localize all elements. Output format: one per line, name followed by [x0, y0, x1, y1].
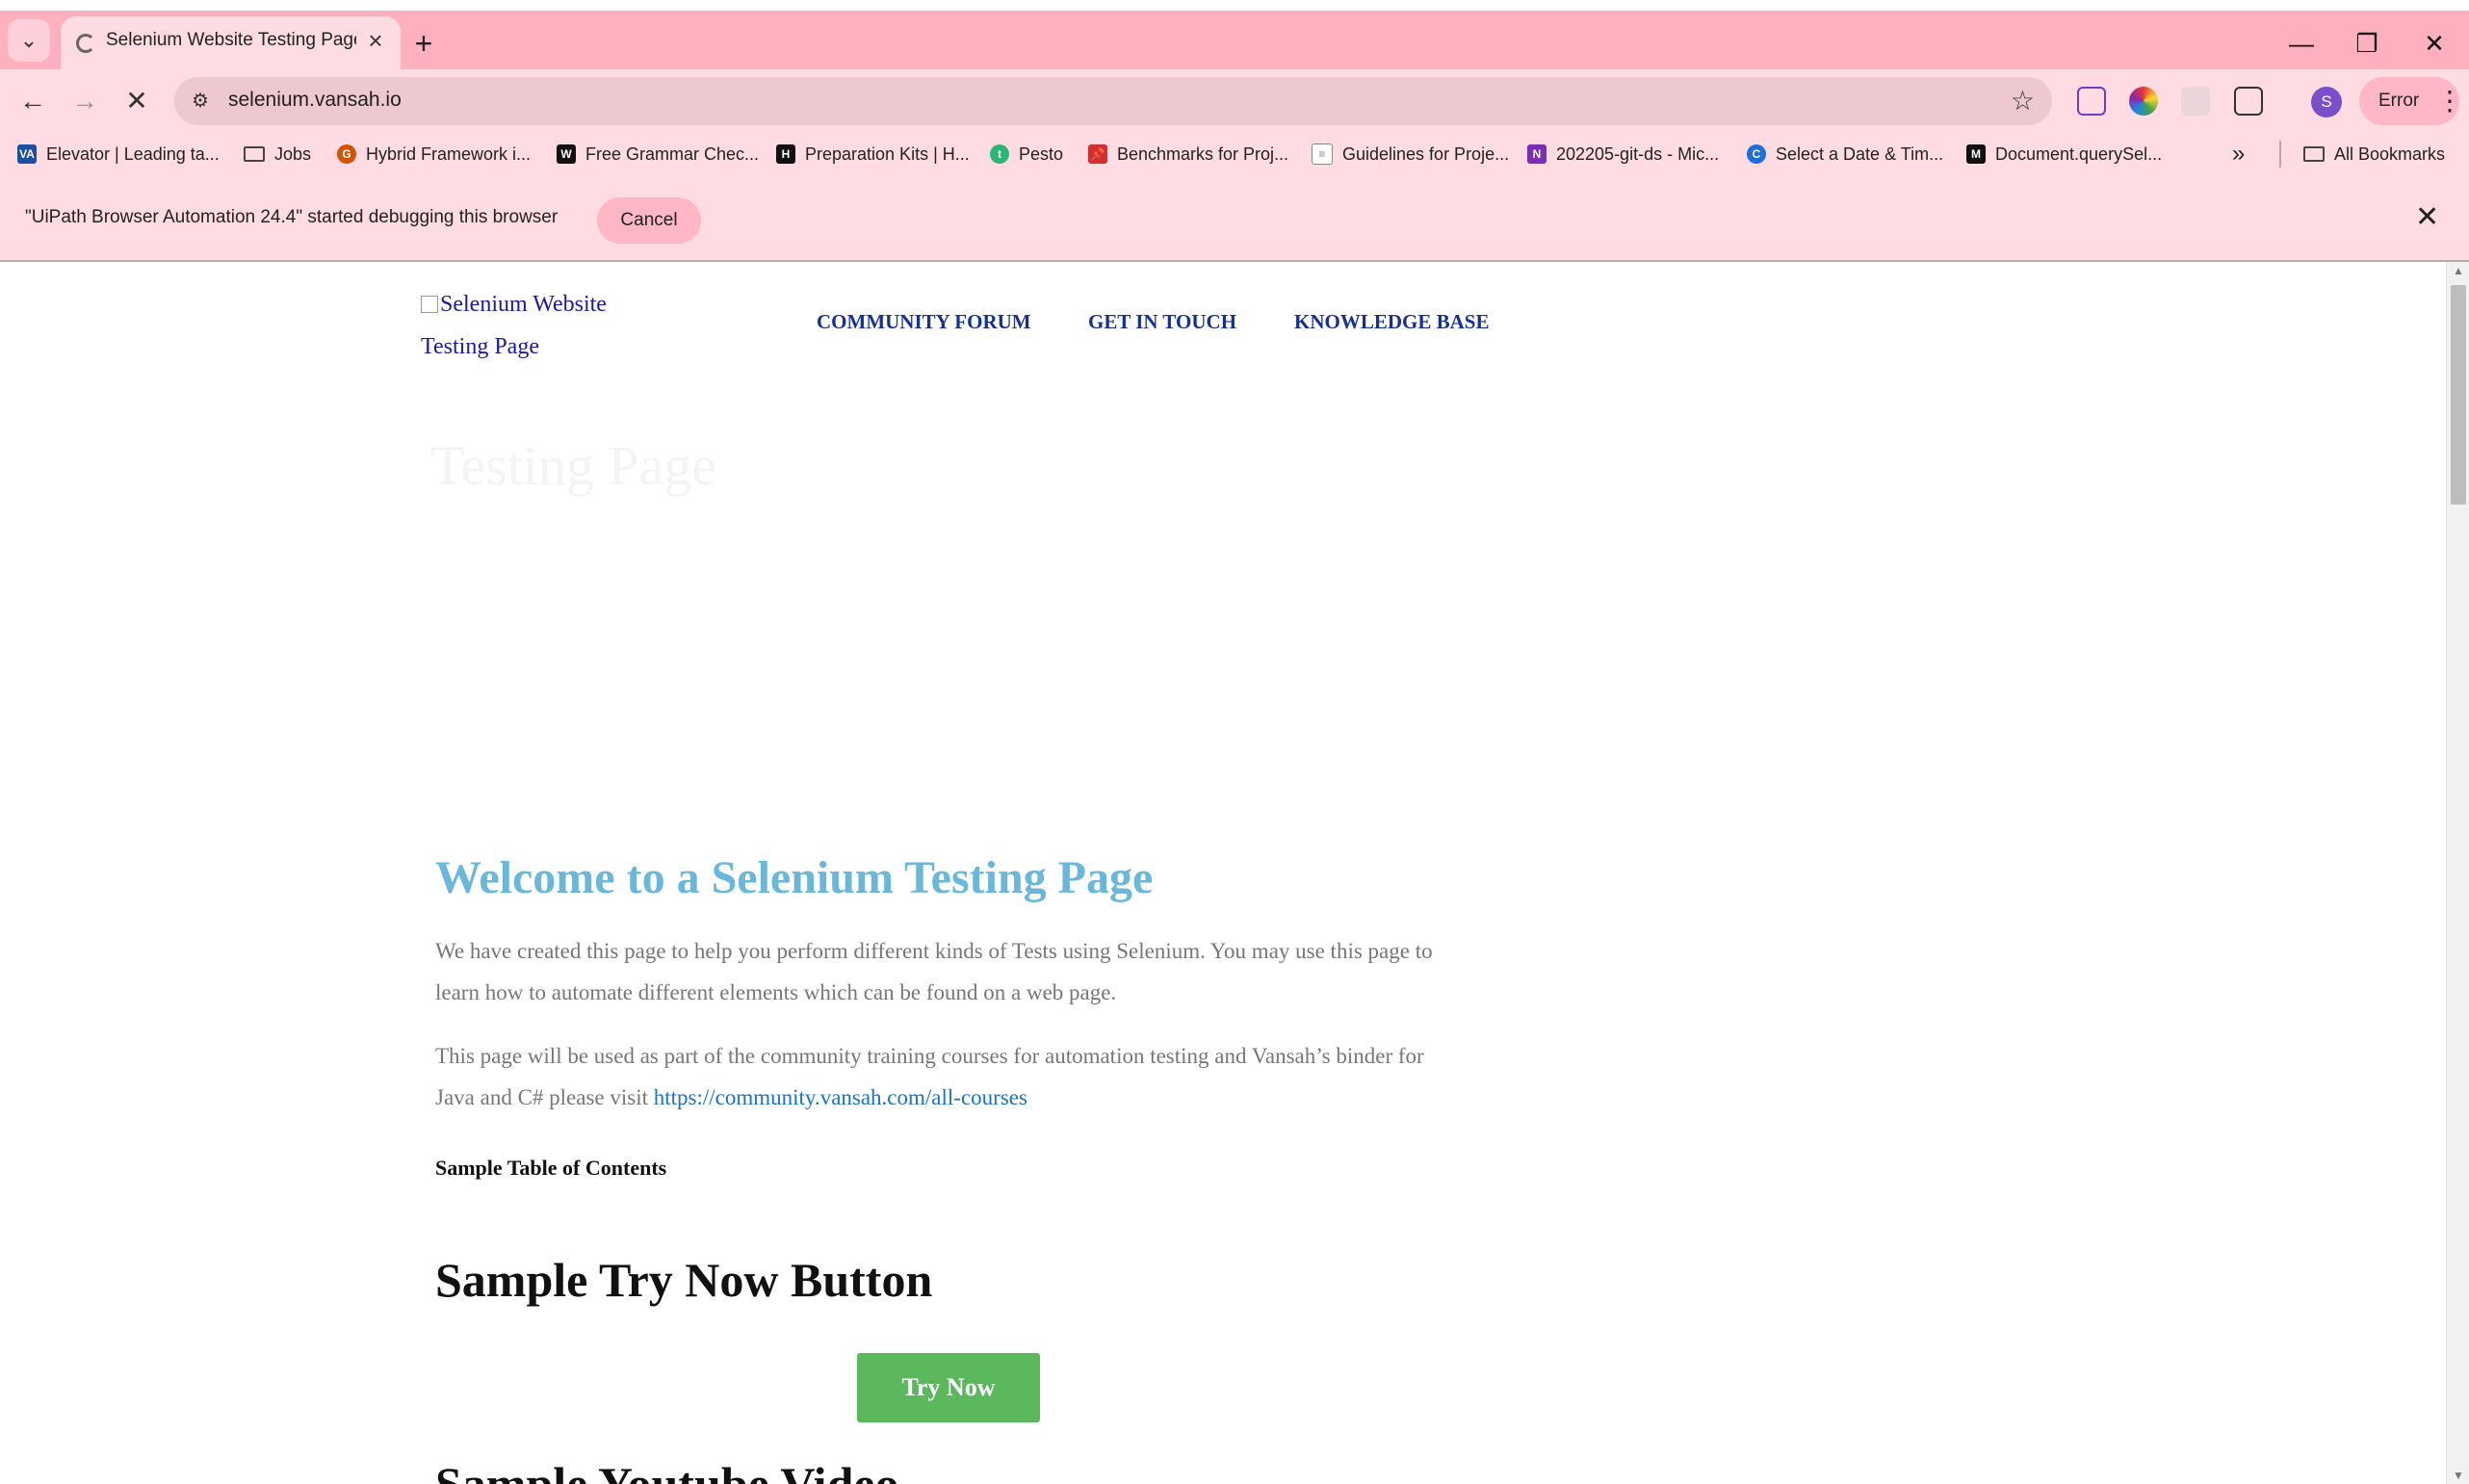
close-tab-icon[interactable]: ×: [361, 26, 390, 55]
broken-image-icon: [421, 296, 438, 313]
chevron-down-icon: ⌄: [19, 28, 39, 52]
tab-bar: ⌄ Selenium Website Testing Page × + — ❐ …: [0, 11, 2469, 70]
try-now-button[interactable]: Try Now: [857, 1353, 1040, 1422]
bookmark-item[interactable]: W Free Grammar Chec...: [557, 141, 759, 168]
bookmark-item[interactable]: G Hybrid Framework i...: [337, 141, 531, 168]
folder-icon: [244, 146, 265, 162]
site-favicon-icon: C: [1747, 144, 1766, 164]
folder-icon: [2303, 146, 2325, 162]
bookmark-item[interactable]: H Preparation Kits | H...: [776, 141, 970, 168]
hero-faded-title: Testing Page: [430, 434, 717, 497]
forward-arrow-icon[interactable]: →: [65, 82, 104, 120]
window-top-border: [0, 0, 2469, 11]
bookmark-item[interactable]: ≡ Guidelines for Proje...: [1312, 141, 1509, 168]
hackerrank-icon: H: [776, 144, 795, 164]
profile-avatar[interactable]: S: [2311, 87, 2342, 117]
kebab-menu-icon: ⋮: [2436, 86, 2463, 116]
url-text[interactable]: selenium.vansah.io: [228, 89, 402, 112]
bookmark-item[interactable]: t Pesto: [990, 141, 1063, 168]
minimize-window-button[interactable]: —: [2273, 24, 2330, 63]
error-menu-button[interactable]: Error ⋮: [2359, 77, 2463, 125]
courses-paragraph: This page will be used as part of the co…: [435, 1035, 1466, 1118]
infobar-message: "UiPath Browser Automation 24.4" started…: [25, 207, 559, 227]
pesto-icon: t: [990, 144, 1009, 164]
intro-paragraph: We have created this page to help you pe…: [435, 939, 1433, 1004]
bookmark-folder-jobs[interactable]: Jobs: [244, 141, 311, 168]
extension-icon[interactable]: [2181, 87, 2210, 116]
community-courses-link[interactable]: https://community.vansah.com/all-courses: [654, 1085, 1027, 1109]
bookmark-item[interactable]: N 202205-git-ds - Mic...: [1527, 141, 1719, 168]
restore-window-button[interactable]: ❐: [2338, 24, 2396, 63]
vansah-icon: VA: [17, 144, 37, 164]
scrollbar-thumb[interactable]: [2451, 285, 2466, 505]
close-window-button[interactable]: ✕: [2405, 24, 2463, 63]
loading-spinner-icon: [76, 34, 95, 53]
site-logo-broken-image[interactable]: Selenium Website Testing Page: [421, 283, 642, 368]
site-info-icon[interactable]: ⚙: [186, 87, 215, 116]
tab-title: Selenium Website Testing Page: [106, 30, 356, 50]
scroll-down-arrow-icon[interactable]: ▼: [2453, 1469, 2464, 1482]
browser-toolbar: ← → ✕ ⚙ selenium.vansah.io ☆ S Error ⋮: [0, 69, 2469, 133]
site-favicon-icon: G: [337, 144, 356, 164]
tab-search-button[interactable]: ⌄: [8, 19, 50, 62]
nav-get-in-touch[interactable]: GET IN TOUCH: [1088, 310, 1236, 334]
table-of-contents-label: Sample Table of Contents: [435, 1156, 667, 1180]
address-bar[interactable]: ⚙ selenium.vansah.io ☆: [174, 77, 2052, 125]
wordtune-icon: W: [557, 144, 576, 164]
browser-tab-active[interactable]: Selenium Website Testing Page ×: [61, 16, 401, 70]
bookmarks-bar: VA Elevator | Leading ta... Jobs G Hybrid …: [0, 133, 2469, 175]
welcome-heading: Welcome to a Selenium Testing Page: [435, 852, 1154, 903]
bookmark-item[interactable]: C Select a Date & Tim...: [1747, 141, 1943, 168]
all-bookmarks-folder[interactable]: All Bookmarks: [2303, 141, 2445, 168]
scroll-up-arrow-icon[interactable]: ▲: [2453, 264, 2464, 277]
page-scrollbar[interactable]: ▲ ▼: [2446, 262, 2469, 1484]
bookmark-item[interactable]: VA Elevator | Leading ta...: [17, 141, 220, 168]
labs-flask-icon[interactable]: [2077, 87, 2106, 116]
document-icon: ≡: [1312, 143, 1333, 165]
debugging-infobar: "UiPath Browser Automation 24.4" started…: [0, 175, 2469, 262]
try-now-section-heading: Sample Try Now Button: [435, 1253, 933, 1307]
cancel-debugging-button[interactable]: Cancel: [597, 197, 701, 244]
stop-loading-icon[interactable]: ✕: [117, 82, 156, 120]
extensions-puzzle-icon[interactable]: [2234, 87, 2263, 116]
close-infobar-icon[interactable]: ✕: [2415, 200, 2439, 234]
bookmarks-divider: [2279, 141, 2281, 168]
back-arrow-icon[interactable]: ←: [13, 82, 52, 120]
nav-community-forum[interactable]: COMMUNITY FORUM: [817, 310, 1031, 334]
nav-knowledge-base[interactable]: KNOWLEDGE BASE: [1294, 310, 1489, 334]
pin-icon: 📌: [1088, 144, 1107, 164]
mdn-icon: M: [1966, 144, 1986, 164]
bookmark-star-icon[interactable]: ☆: [2011, 85, 2035, 117]
new-tab-button[interactable]: +: [405, 26, 442, 63]
youtube-section-heading: Sample Youtube Video: [435, 1457, 899, 1484]
bookmark-item[interactable]: 📌 Benchmarks for Proj...: [1088, 141, 1288, 168]
error-label: Error: [2378, 91, 2420, 111]
more-bookmarks-chevron-icon[interactable]: »: [2232, 141, 2245, 168]
onenote-icon: N: [1527, 144, 1546, 164]
web-page-content: Selenium Website Testing Page COMMUNITY …: [0, 262, 2446, 1484]
color-picker-extension-icon[interactable]: [2129, 87, 2158, 116]
bookmark-item[interactable]: M Document.querySel...: [1966, 141, 2162, 168]
